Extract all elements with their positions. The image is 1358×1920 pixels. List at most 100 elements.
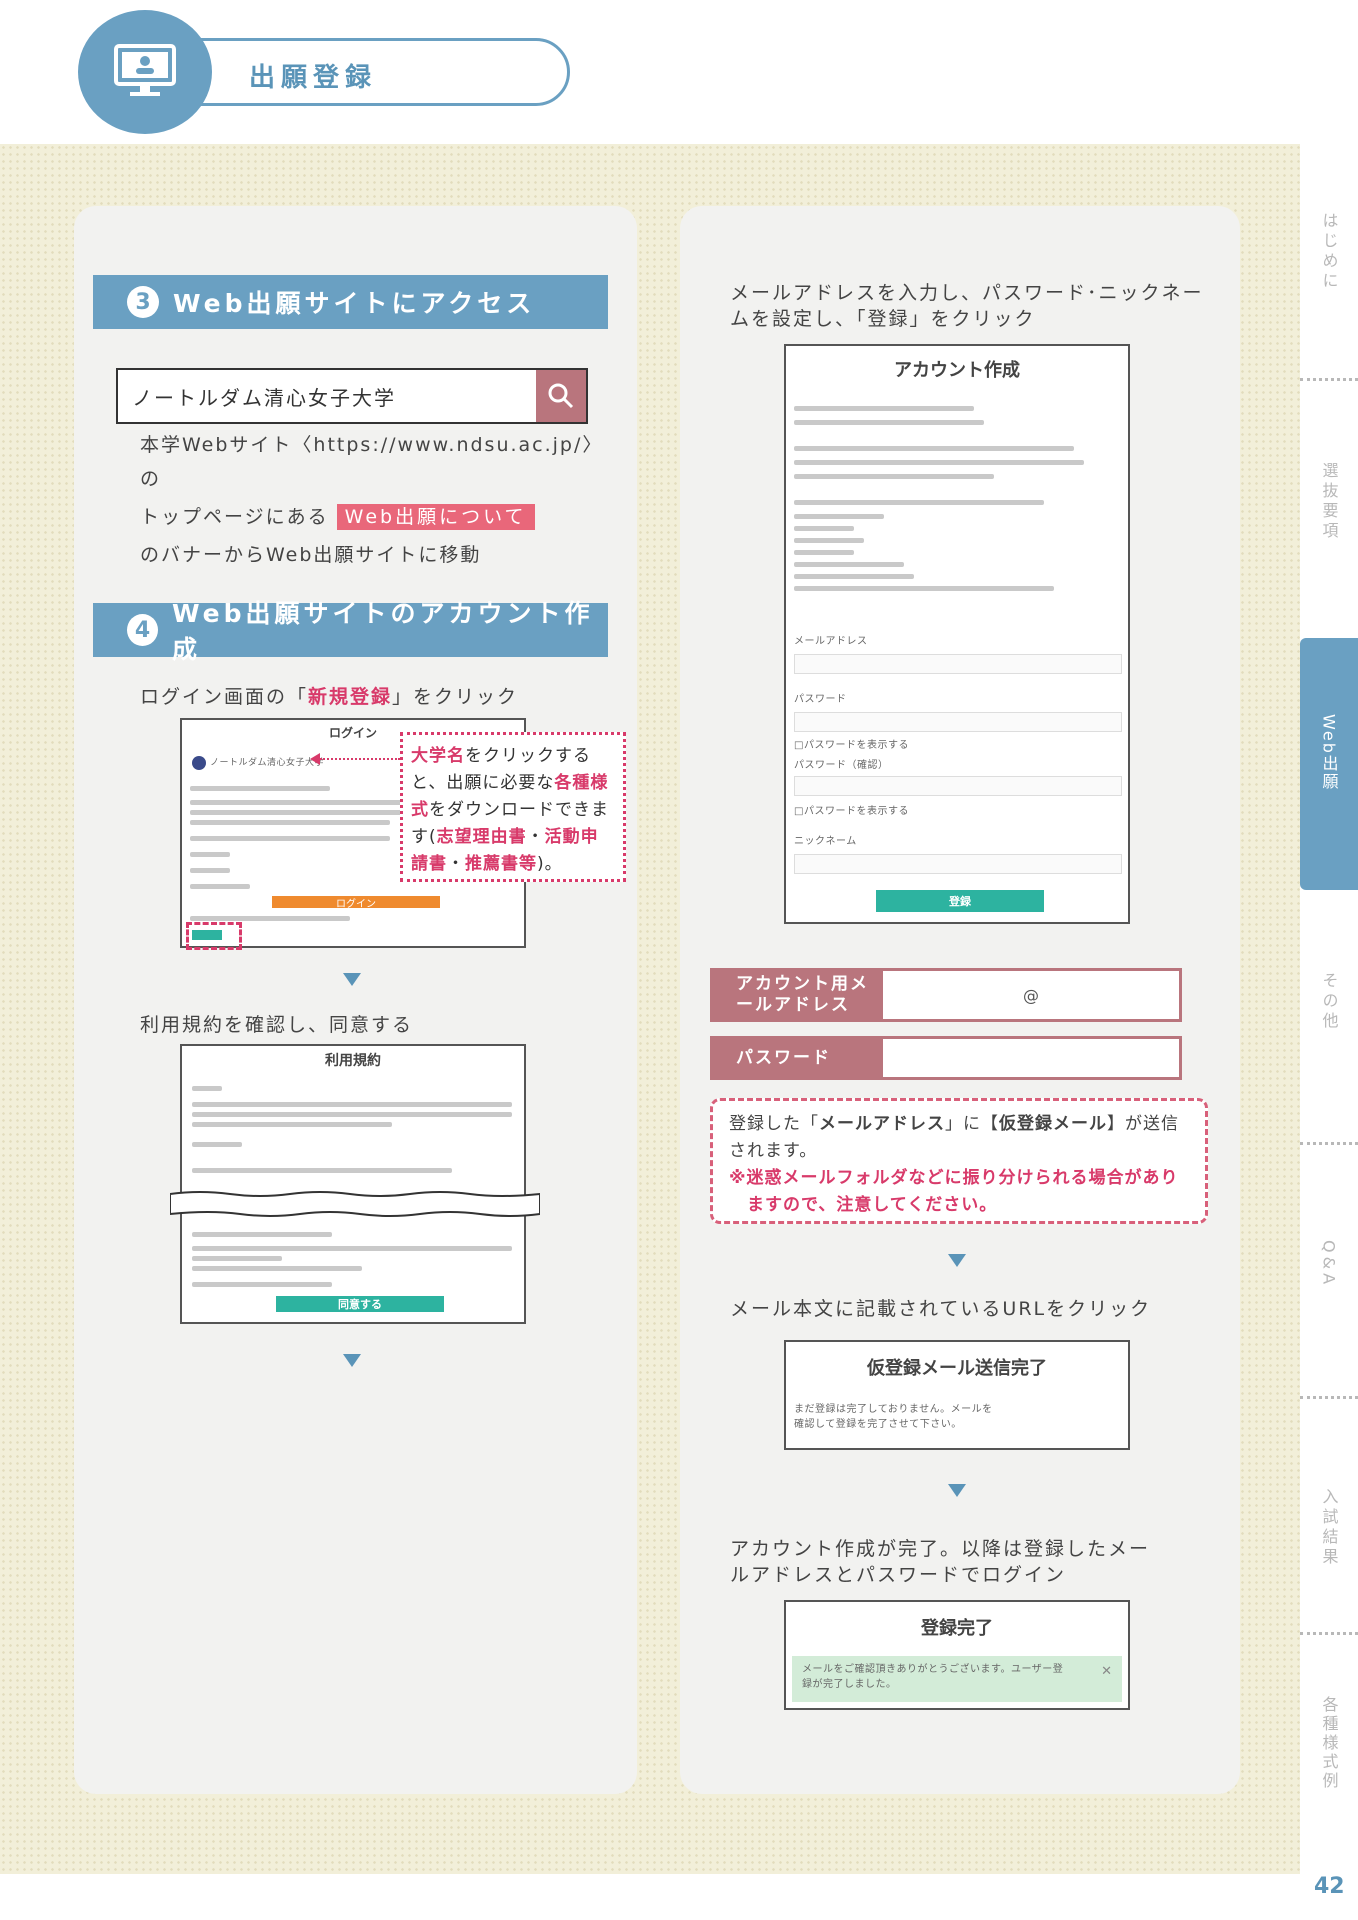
step1-pre: ログイン画面の「: [140, 686, 309, 708]
temp-mail-screenshot: 仮登録メール送信完了 まだ登録は完了しておりません。メールを確認して登録を完了さ…: [784, 1340, 1130, 1450]
password-form-row: パスワード: [710, 1036, 1182, 1080]
account-title: アカウント作成: [894, 360, 1020, 381]
search-box[interactable]: ノートルダム清心女子大学: [116, 368, 588, 424]
down-arrow-icon: [948, 1254, 966, 1267]
tab-web-application[interactable]: Web出願: [1300, 638, 1358, 890]
temp-mail-body: まだ登録は完了しておりません。メールを確認して登録を完了させて下さい。: [794, 1404, 993, 1430]
section3-line3: のバナーからWeb出願サイトに移動: [140, 544, 482, 566]
email-form-row: アカウント用メールアドレス @: [710, 968, 1182, 1022]
nickname-input[interactable]: [794, 854, 1122, 874]
temp-mail-title: 仮登録メール送信完了: [867, 1358, 1047, 1379]
callout-sep1: ・: [526, 827, 545, 847]
login-univ-name[interactable]: ノートルダム清心女子大学: [210, 756, 324, 771]
account-creation-screenshot: アカウント作成 メールアドレス パスワード □パスワードを表示する パスワード（…: [784, 344, 1130, 924]
tab-other[interactable]: その他: [1300, 972, 1358, 1042]
terms-screenshot: 利用規約 同意する: [169, 1044, 541, 1324]
callout-doc3: 推薦書等: [465, 854, 537, 874]
section3-title: Web出願サイトにアクセス: [173, 289, 536, 318]
tab-divider: [1300, 1142, 1358, 1145]
section3-line1: 本学Webサイト〈https://www.ndsu.ac.jp/〉の: [140, 434, 604, 490]
section4-step1: ログイン画面の「新規登録」をクリック: [140, 680, 518, 714]
tab-label: 選抜要項: [1319, 462, 1339, 542]
temporary-registration-notice: 登録した「メールアドレス」に【仮登録メール】が送信されます。 ※迷惑メールフォル…: [710, 1098, 1208, 1224]
callout-doc1: 志望理由書: [436, 827, 527, 847]
agree-button[interactable]: 同意する: [276, 1296, 444, 1312]
tab-selection-guidelines[interactable]: 選抜要項: [1300, 462, 1358, 562]
section3-text: 本学Webサイト〈https://www.ndsu.ac.jp/〉の トップペー…: [140, 428, 610, 572]
email-at: @: [1023, 985, 1039, 1005]
show-password-checkbox[interactable]: □パスワードを表示する: [794, 738, 909, 753]
notice-pre: 登録した「: [729, 1114, 819, 1134]
done-message-box: メールをご確認頂きありがとうございます。ユーザー登録が完了しました。 ✕: [792, 1656, 1122, 1702]
university-logo-icon: [192, 756, 206, 770]
down-arrow-icon: [343, 1354, 361, 1367]
tab-introduction[interactable]: はじめに: [1300, 212, 1358, 292]
tab-form-examples[interactable]: 各種様式例: [1300, 1696, 1358, 1806]
tab-exam-results[interactable]: 入試結果: [1300, 1488, 1358, 1578]
tab-label: Q&A: [1319, 1240, 1339, 1289]
section3-line2-pre: トップページにある: [140, 506, 329, 528]
tab-qa[interactable]: Q&A: [1300, 1240, 1358, 1310]
password-input[interactable]: [794, 712, 1122, 732]
callout-connector: [320, 758, 400, 760]
registration-complete-screenshot: 登録完了 メールをご確認頂きありがとうございます。ユーザー登録が完了しました。 …: [784, 1600, 1130, 1710]
section3-line2: トップページにある Web出願について: [140, 500, 610, 534]
notice-main: 登録した「メールアドレス」に【仮登録メール】が送信されます。: [729, 1111, 1189, 1165]
callout-sep2: ・: [447, 854, 465, 874]
right-step1: メールアドレスを入力し、パスワード･ニックネームを設定し、「登録」をクリック: [730, 282, 1204, 330]
done-body: メールをご確認頂きありがとうございます。ユーザー登録が完了しました。: [802, 1664, 1064, 1690]
password-confirm-input[interactable]: [794, 776, 1122, 796]
header-icon-circle: [78, 10, 212, 134]
section3-number: 3: [127, 286, 159, 318]
notice-temp-mail: 仮登録メール: [999, 1114, 1107, 1134]
notice-warning: ※迷惑メールフォルダなどに振り分けられる場合がありますので、注意してください。: [729, 1168, 1179, 1215]
tab-label: はじめに: [1319, 212, 1339, 292]
field-password-confirm-label: パスワード（確認）: [794, 760, 889, 771]
notice-mid: 」に【: [945, 1114, 999, 1134]
header-pill: 出願登録: [150, 38, 570, 106]
search-icon[interactable]: [536, 370, 586, 422]
down-arrow-icon: [343, 973, 361, 986]
section3-header: 3 Web出願サイトにアクセス: [93, 275, 608, 329]
register-button[interactable]: 登録: [876, 890, 1044, 912]
callout-end: )。: [537, 854, 563, 874]
page-number: 42: [1314, 1874, 1345, 1899]
callout-arrow-icon: [310, 753, 320, 765]
field-nickname-label: ニックネーム: [794, 836, 857, 847]
tab-divider: [1300, 1632, 1358, 1635]
notice-email: メールアドレス: [819, 1114, 945, 1134]
tab-label: 各種様式例: [1319, 1696, 1339, 1791]
page-title: 出願登録: [249, 63, 378, 93]
account-email-field[interactable]: @: [880, 968, 1182, 1022]
callout-univ: 大学名: [411, 746, 465, 766]
section4-title: Web出願サイトのアカウント作成: [171, 599, 594, 664]
section4-header: 4 Web出願サイトのアカウント作成: [93, 599, 608, 664]
tab-label: Web出願: [1319, 714, 1339, 791]
step1-post: 」をクリック: [392, 686, 519, 708]
login-button[interactable]: ログイン: [272, 896, 440, 910]
show-password-confirm-checkbox[interactable]: □パスワードを表示する: [794, 804, 909, 819]
tab-divider: [1300, 1396, 1358, 1399]
account-password-field[interactable]: [880, 1036, 1182, 1080]
university-name-callout: 大学名をクリックすると、出願に必要な各種様式をダウンロードできます(志望理由書・…: [400, 732, 626, 882]
step1-bold: 新規登録: [308, 686, 393, 708]
tab-divider: [1300, 378, 1358, 381]
right-step3: アカウント作成が完了。以降は登録したメールアドレスとパスワードでログイン: [730, 1538, 1151, 1586]
password-label: パスワード: [710, 1036, 880, 1080]
done-title: 登録完了: [921, 1618, 993, 1639]
tab-label: その他: [1319, 972, 1339, 1032]
search-text: ノートルダム清心女子大学: [132, 386, 396, 410]
chapter-tabs: はじめに 選抜要項 Web出願 その他 Q&A 入試結果 各種様式例: [1300, 200, 1358, 1820]
section4-number: 4: [127, 614, 158, 646]
field-password-label: パスワード: [794, 694, 847, 705]
right-step2: メール本文に記載されているURLをクリック: [730, 1298, 1152, 1320]
close-icon[interactable]: ✕: [1101, 1664, 1112, 1679]
section4-step2: 利用規約を確認し、同意する: [140, 1014, 414, 1036]
terms-title: 利用規約: [325, 1053, 381, 1069]
new-registration-button[interactable]: [192, 930, 222, 940]
email-input[interactable]: [794, 654, 1122, 674]
email-label: アカウント用メールアドレス: [710, 968, 880, 1022]
tab-label: 入試結果: [1319, 1488, 1339, 1568]
web-application-banner[interactable]: Web出願について: [336, 504, 535, 530]
field-email-label: メールアドレス: [794, 636, 868, 647]
